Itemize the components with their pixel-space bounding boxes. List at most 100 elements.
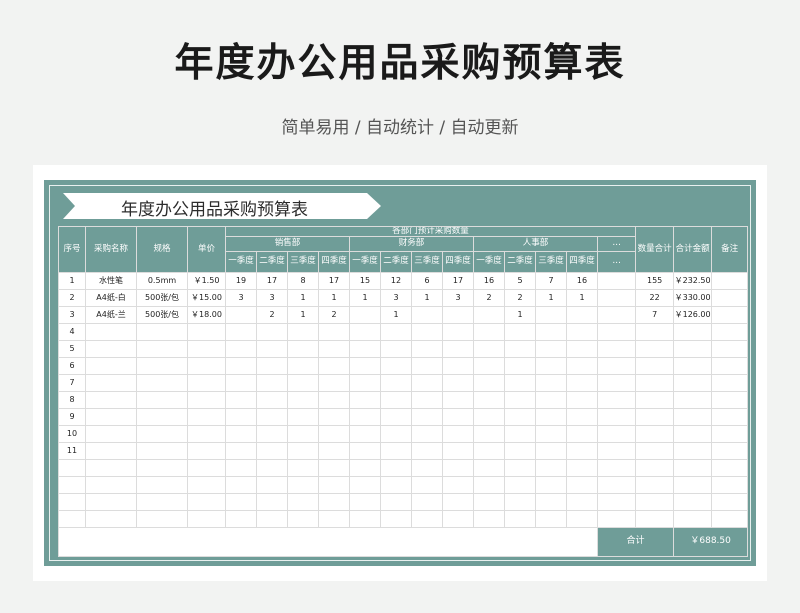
cell-note[interactable]: [711, 407, 749, 426]
cell-quantity[interactable]: 1: [504, 305, 536, 324]
cell-quantity[interactable]: 2: [473, 288, 505, 307]
cell-quantity[interactable]: [287, 356, 319, 375]
cell-quantity[interactable]: [380, 390, 412, 409]
cell-amount[interactable]: [673, 322, 713, 341]
cell-quantity[interactable]: 1: [287, 305, 319, 324]
cell-quantity[interactable]: [349, 509, 381, 528]
cell-quantity[interactable]: 1: [287, 288, 319, 307]
cell-quantity[interactable]: [535, 339, 567, 358]
cell-quantity[interactable]: [596, 509, 637, 528]
cell-amount[interactable]: [673, 407, 713, 426]
cell-quantity[interactable]: [318, 322, 350, 341]
cell-qty-total[interactable]: [635, 322, 675, 341]
cell-price[interactable]: [187, 356, 226, 375]
cell-quantity[interactable]: [318, 390, 350, 409]
cell-qty-total[interactable]: [635, 509, 675, 528]
cell-qty-total[interactable]: 22: [635, 288, 675, 307]
cell-quantity[interactable]: 3: [380, 288, 412, 307]
cell-quantity[interactable]: [473, 356, 505, 375]
cell-spec[interactable]: [136, 424, 188, 443]
cell-name[interactable]: [85, 441, 137, 460]
cell-quantity[interactable]: [504, 458, 536, 477]
cell-quantity[interactable]: [287, 458, 319, 477]
cell-quantity[interactable]: [504, 475, 536, 494]
cell-name[interactable]: [85, 475, 137, 494]
cell-quantity[interactable]: [256, 458, 288, 477]
cell-quantity[interactable]: [318, 424, 350, 443]
cell-quantity[interactable]: [411, 475, 443, 494]
cell-quantity[interactable]: [256, 492, 288, 511]
cell-quantity[interactable]: [504, 373, 536, 392]
cell-quantity[interactable]: [535, 356, 567, 375]
cell-quantity[interactable]: 15: [349, 271, 381, 290]
cell-amount[interactable]: [673, 424, 713, 443]
cell-quantity[interactable]: [473, 458, 505, 477]
cell-quantity[interactable]: [596, 288, 637, 307]
cell-seq[interactable]: [58, 475, 86, 494]
cell-quantity[interactable]: [442, 407, 474, 426]
cell-quantity[interactable]: [349, 390, 381, 409]
cell-seq[interactable]: 6: [58, 356, 86, 375]
cell-quantity[interactable]: [256, 424, 288, 443]
cell-quantity[interactable]: [287, 339, 319, 358]
cell-amount[interactable]: [673, 339, 713, 358]
cell-quantity[interactable]: 12: [380, 271, 412, 290]
cell-quantity[interactable]: [473, 305, 505, 324]
cell-quantity[interactable]: 17: [442, 271, 474, 290]
cell-quantity[interactable]: 2: [504, 288, 536, 307]
cell-quantity[interactable]: [287, 407, 319, 426]
cell-seq[interactable]: [58, 458, 86, 477]
cell-quantity[interactable]: [442, 509, 474, 528]
cell-quantity[interactable]: [596, 339, 637, 358]
cell-quantity[interactable]: [411, 339, 443, 358]
cell-quantity[interactable]: [473, 339, 505, 358]
cell-spec[interactable]: [136, 492, 188, 511]
cell-quantity[interactable]: [318, 441, 350, 460]
cell-spec[interactable]: 0.5mm: [136, 271, 188, 290]
cell-note[interactable]: [711, 492, 749, 511]
cell-name[interactable]: [85, 424, 137, 443]
cell-quantity[interactable]: [566, 390, 598, 409]
cell-amount[interactable]: ￥330.00: [673, 288, 713, 307]
cell-quantity[interactable]: 1: [566, 288, 598, 307]
cell-quantity[interactable]: [504, 356, 536, 375]
cell-quantity[interactable]: [566, 441, 598, 460]
cell-quantity[interactable]: [442, 475, 474, 494]
cell-quantity[interactable]: [287, 424, 319, 443]
cell-quantity[interactable]: [225, 475, 257, 494]
cell-quantity[interactable]: [380, 339, 412, 358]
cell-name[interactable]: [85, 407, 137, 426]
cell-seq[interactable]: [58, 509, 86, 528]
cell-quantity[interactable]: [225, 509, 257, 528]
cell-quantity[interactable]: [287, 373, 319, 392]
cell-spec[interactable]: 500张/包: [136, 305, 188, 324]
cell-quantity[interactable]: [225, 458, 257, 477]
cell-quantity[interactable]: [442, 424, 474, 443]
cell-amount[interactable]: [673, 509, 713, 528]
cell-spec[interactable]: [136, 475, 188, 494]
cell-quantity[interactable]: [318, 509, 350, 528]
cell-quantity[interactable]: [473, 373, 505, 392]
cell-qty-total[interactable]: 155: [635, 271, 675, 290]
cell-quantity[interactable]: [442, 322, 474, 341]
cell-quantity[interactable]: 16: [473, 271, 505, 290]
cell-quantity[interactable]: [287, 509, 319, 528]
cell-note[interactable]: [711, 373, 749, 392]
cell-qty-total[interactable]: [635, 424, 675, 443]
cell-quantity[interactable]: [349, 339, 381, 358]
cell-quantity[interactable]: [256, 475, 288, 494]
cell-quantity[interactable]: [287, 390, 319, 409]
cell-note[interactable]: [711, 424, 749, 443]
cell-quantity[interactable]: 2: [256, 305, 288, 324]
cell-quantity[interactable]: 17: [256, 271, 288, 290]
cell-price[interactable]: [187, 458, 226, 477]
cell-spec[interactable]: 500张/包: [136, 288, 188, 307]
cell-quantity[interactable]: [442, 305, 474, 324]
cell-quantity[interactable]: [411, 424, 443, 443]
cell-quantity[interactable]: [473, 424, 505, 443]
cell-quantity[interactable]: [566, 492, 598, 511]
cell-note[interactable]: [711, 339, 749, 358]
cell-quantity[interactable]: [318, 492, 350, 511]
cell-name[interactable]: [85, 509, 137, 528]
cell-quantity[interactable]: [535, 475, 567, 494]
